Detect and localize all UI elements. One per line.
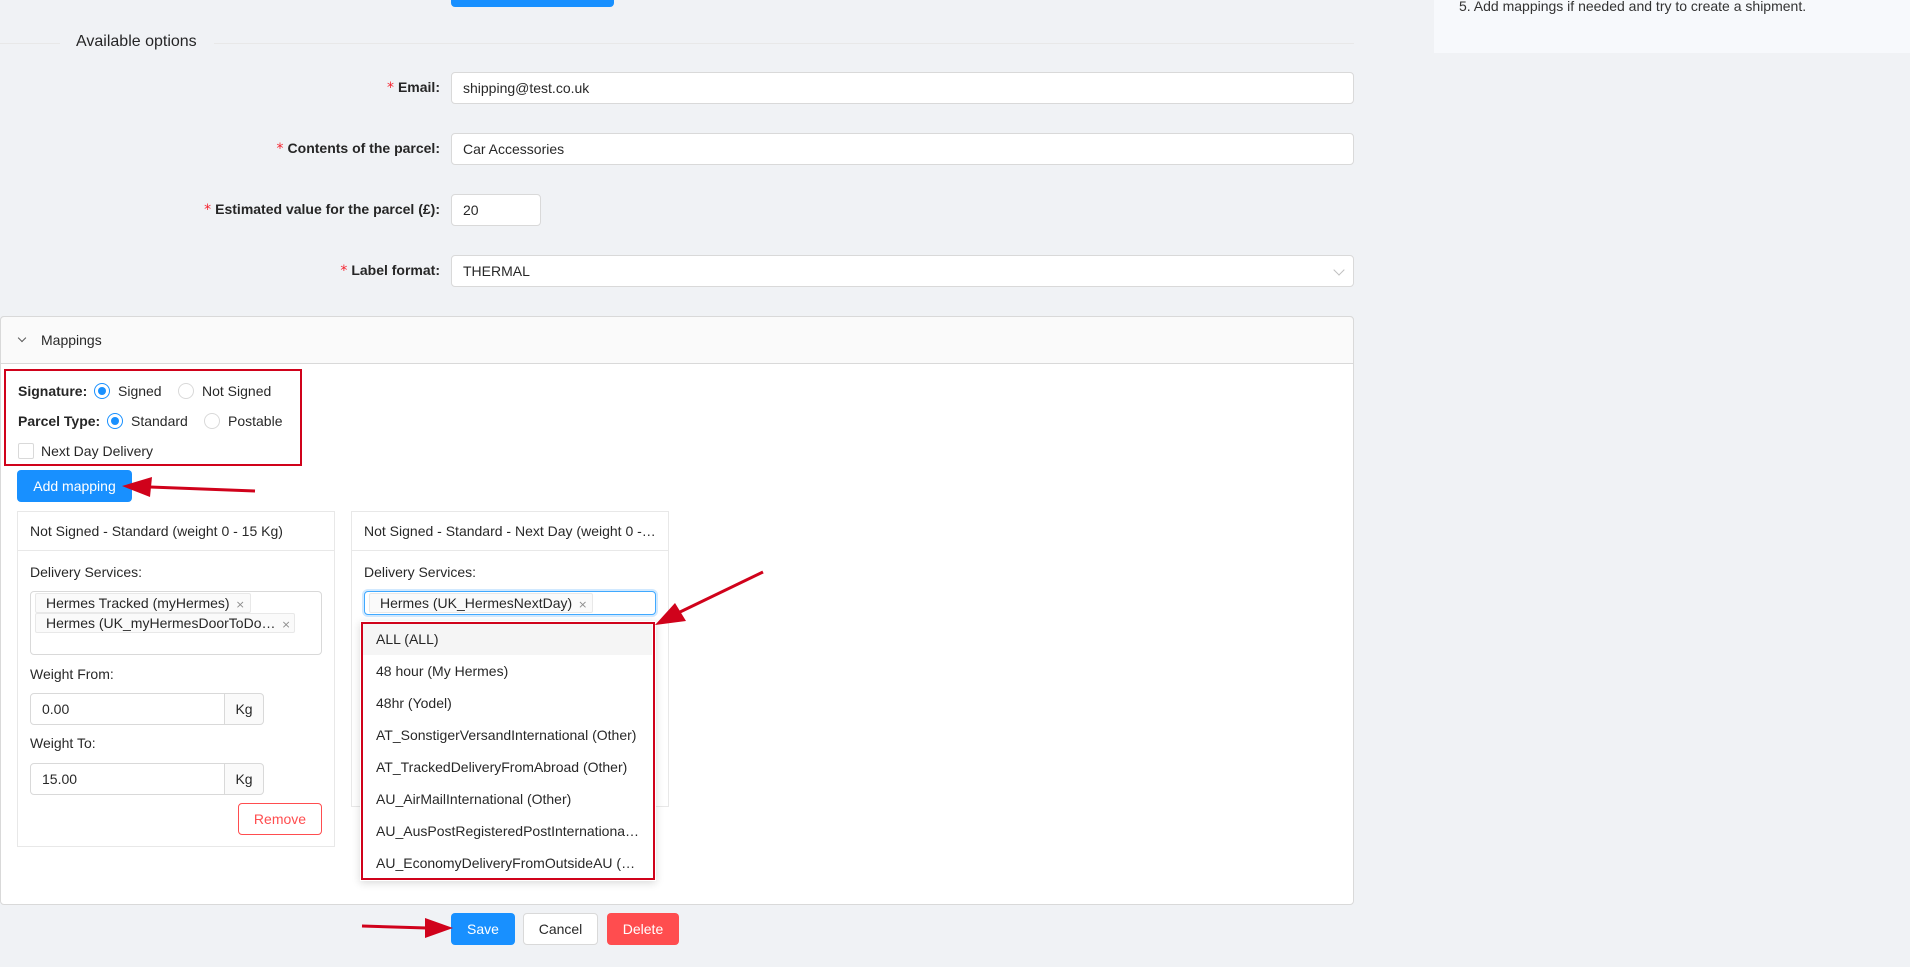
signature-not-signed-label: Not Signed [202,383,272,399]
available-options-title: Available options [76,33,197,50]
weight-from-label: Weight From: [30,666,114,682]
close-icon[interactable]: × [282,618,291,631]
next-day-checkbox[interactable] [18,443,34,459]
annotation-arrowhead [425,918,453,938]
mappings-header[interactable] [0,316,1354,364]
parcel-standard-label: Standard [131,413,188,429]
label-format-label: * Label format: [340,262,440,279]
estimated-value-field[interactable]: 20 [451,194,541,226]
close-icon[interactable]: × [236,598,245,611]
remove-button[interactable]: Remove [238,803,322,835]
signature-signed-radio[interactable] [94,383,110,399]
contents-field[interactable]: Car Accessories [451,133,1354,165]
service-tag: Hermes (UK_myHermesDoorToDo… × [35,613,295,633]
weight-unit-addon: Kg [224,763,264,795]
delete-button[interactable]: Delete [607,913,679,945]
annotation-arrow-save [361,924,428,930]
annotation-box-dropdown [361,622,655,880]
parcel-postable-radio[interactable] [204,413,220,429]
mappings-title: Mappings [41,332,102,348]
contents-label: * Contents of the parcel: [276,140,440,157]
weight-unit-addon: Kg [224,693,264,725]
weight-to-label: Weight To: [30,735,96,751]
label-format-select[interactable]: THERMAL [451,255,1354,287]
email-field[interactable]: shipping@test.co.uk [451,72,1354,104]
signature-signed-label: Signed [118,383,162,399]
signature-not-signed-radio[interactable] [178,383,194,399]
cancel-button[interactable]: Cancel [523,913,598,945]
divider-line-left [0,43,60,44]
card-divider [352,550,668,551]
card-divider [18,550,334,551]
parcel-standard-radio[interactable] [107,413,123,429]
top-primary-button[interactable] [451,0,614,7]
add-mapping-button[interactable]: Add mapping [17,470,132,502]
email-label: * Email: [386,79,440,96]
help-step-text: 5. Add mappings if needed and try to cre… [1459,0,1807,14]
label-format-value: THERMAL [463,263,530,279]
weight-from-input[interactable]: 0.00 [30,693,225,725]
delivery-services-label: Delivery Services: [30,564,143,580]
chevron-down-icon [1333,264,1345,276]
delivery-services-label: Delivery Services: [364,564,477,580]
save-button[interactable]: Save [451,913,515,945]
service-tag: Hermes (UK_HermesNextDay) × [369,593,594,613]
estimated-value-label: * Estimated value for the parcel (£): [204,201,440,218]
mapping-card-2-title: Not Signed - Standard - Next Day (weight… [364,523,656,539]
parcel-type-label: Parcel Type: [18,413,101,429]
parcel-postable-label: Postable [228,413,283,429]
weight-to-input[interactable]: 15.00 [30,763,225,795]
close-icon[interactable]: × [578,598,587,611]
signature-label: Signature: [18,383,88,399]
next-day-label: Next Day Delivery [41,443,154,459]
divider-line-right [214,43,1354,44]
service-tag: Hermes Tracked (myHermes) × [35,593,251,613]
mapping-card-1-title: Not Signed - Standard (weight 0 - 15 Kg) [30,523,283,539]
